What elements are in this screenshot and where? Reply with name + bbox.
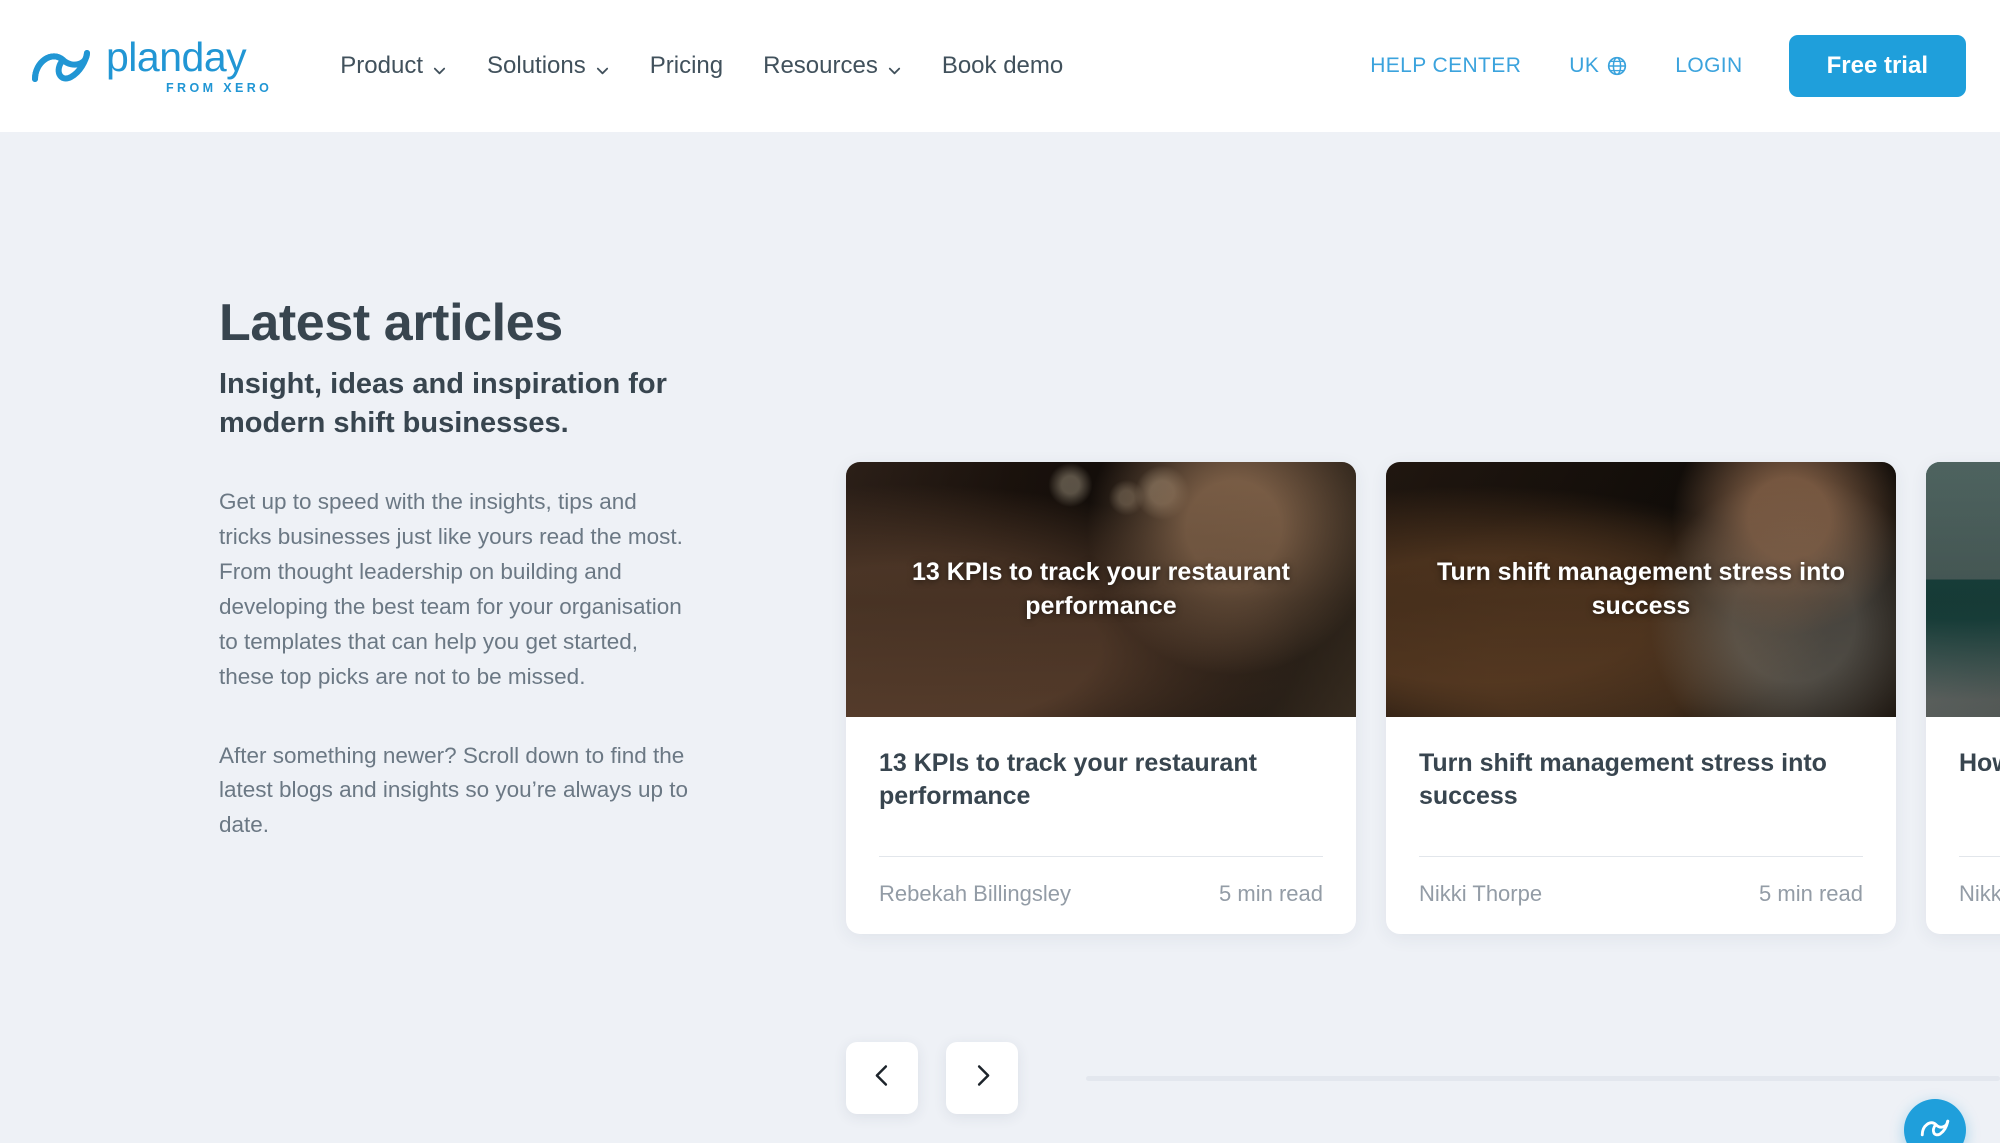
carousel-controls: [846, 1042, 2000, 1114]
globe-icon: [1607, 56, 1627, 76]
article-read-time: 5 min read: [1759, 881, 1863, 906]
free-trial-button[interactable]: Free trial: [1788, 35, 1966, 97]
article-meta: Rebekah Billingsley 5 min read: [879, 881, 1323, 907]
article-card[interactable]: Ho How cont Nikk: [1926, 462, 2000, 934]
nav-item-label: Resources: [763, 52, 878, 79]
carousel-progress-track[interactable]: [1086, 1075, 2000, 1081]
help-center-link[interactable]: HELP CENTER: [1346, 44, 1545, 88]
nav-item-resources[interactable]: Resources: [743, 42, 922, 90]
image-scrim: [1926, 462, 2000, 717]
chevron-right-icon: [969, 1062, 996, 1094]
logo-wordmark: planday: [106, 34, 247, 81]
locale-label: UK: [1569, 54, 1600, 77]
intro-block: Latest articles Insight, ideas and inspi…: [219, 294, 689, 843]
divider: [879, 856, 1323, 857]
article-read-time: 5 min read: [1219, 881, 1323, 906]
secondary-nav: HELP CENTER UK LOGIN Free trial: [1346, 35, 1966, 97]
divider: [1959, 856, 2000, 857]
chevron-down-icon: [887, 57, 902, 74]
article-author: Rebekah Billingsley: [879, 881, 1071, 906]
carousel-prev-button[interactable]: [846, 1042, 918, 1114]
nav-item-label: Book demo: [941, 52, 1064, 79]
primary-nav: Product Solutions Pricing Resources Book…: [320, 42, 1083, 90]
planday-logo-text: planday FROM XERO: [106, 37, 272, 95]
nav-item-pricing[interactable]: Pricing: [630, 42, 743, 90]
planday-logo-mark: [30, 43, 92, 89]
article-cover-image: 13 KPIs to track your restaurant perform…: [846, 462, 1356, 717]
article-card[interactable]: Turn shift management stress into succes…: [1386, 462, 1896, 934]
article-meta: Nikk: [1959, 881, 2000, 907]
logo-tagline: FROM XERO: [166, 81, 273, 96]
nav-item-solutions[interactable]: Solutions: [467, 42, 630, 90]
nav-item-book-demo[interactable]: Book demo: [922, 42, 1083, 90]
article-author: Nikk: [1959, 881, 2000, 906]
chevron-down-icon: [595, 57, 610, 74]
intro-paragraph-2: After something newer? Scroll down to fi…: [219, 742, 689, 838]
divider: [1419, 856, 1863, 857]
planday-chat-icon: [1918, 1115, 1952, 1143]
article-meta: Nikki Thorpe 5 min read: [1419, 881, 1863, 907]
article-cover-image: Turn shift management stress into succes…: [1386, 462, 1896, 717]
site-header: planday FROM XERO Product Solutions Pric…: [0, 0, 2000, 132]
page-title: Latest articles: [219, 294, 563, 352]
latest-articles-section: Latest articles Insight, ideas and inspi…: [0, 132, 2000, 1143]
carousel-next-button[interactable]: [946, 1042, 1018, 1114]
article-title[interactable]: How cont: [1959, 747, 2000, 813]
article-card-body: How cont Nikk: [1926, 717, 2000, 934]
cover-overlay-title: Turn shift management stress into succes…: [1437, 558, 1845, 620]
article-card-body: 13 KPIs to track your restaurant perform…: [846, 717, 1356, 934]
articles-carousel[interactable]: 13 KPIs to track your restaurant perform…: [846, 462, 2000, 934]
cover-overlay-title: 13 KPIs to track your restaurant perform…: [912, 558, 1290, 620]
nav-item-label: Pricing: [649, 52, 724, 79]
article-card[interactable]: 13 KPIs to track your restaurant perform…: [846, 462, 1356, 934]
article-title[interactable]: 13 KPIs to track your restaurant perform…: [879, 747, 1323, 813]
nav-item-label: Product: [340, 52, 424, 79]
article-cover-image: Ho: [1926, 462, 2000, 717]
planday-logo[interactable]: planday FROM XERO: [30, 37, 272, 95]
nav-item-product[interactable]: Product: [320, 42, 467, 90]
login-link[interactable]: LOGIN: [1651, 44, 1766, 88]
chevron-left-icon: [869, 1062, 896, 1094]
nav-item-label: Solutions: [487, 52, 586, 79]
locale-switcher[interactable]: UK: [1545, 44, 1651, 88]
article-card-body: Turn shift management stress into succes…: [1386, 717, 1896, 934]
intro-paragraph-1: Get up to speed with the insights, tips …: [219, 489, 683, 689]
chevron-down-icon: [432, 57, 447, 74]
article-title[interactable]: Turn shift management stress into succes…: [1419, 747, 1863, 813]
page-subtitle: Insight, ideas and inspiration for moder…: [219, 368, 667, 439]
article-author: Nikki Thorpe: [1419, 881, 1543, 906]
